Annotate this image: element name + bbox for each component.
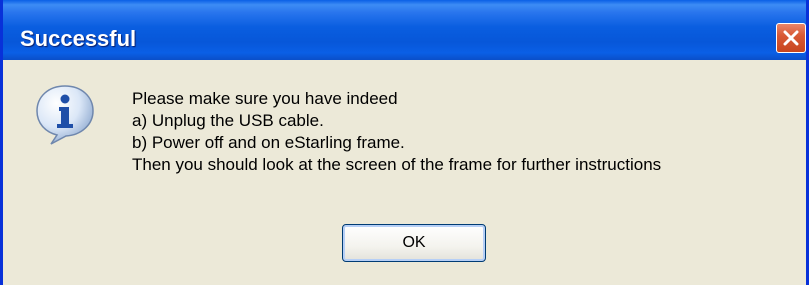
ok-button[interactable]: OK	[342, 224, 486, 262]
message-line: a) Unplug the USB cable.	[132, 111, 324, 130]
title-bar[interactable]: Successful	[3, 0, 806, 60]
message-line: b) Power off and on eStarling frame.	[132, 133, 405, 152]
dialog-window: Successful Please make sure you have ind…	[0, 0, 809, 285]
message-line: Then you should look at the screen of th…	[132, 155, 662, 174]
message-line: Please make sure you have indeed	[132, 89, 398, 108]
close-button[interactable]	[776, 23, 806, 53]
close-icon	[783, 30, 799, 46]
dialog-title: Successful	[20, 26, 137, 51]
message-text: Please make sure you have indeed a) Unpl…	[132, 88, 661, 176]
info-icon	[36, 85, 94, 145]
